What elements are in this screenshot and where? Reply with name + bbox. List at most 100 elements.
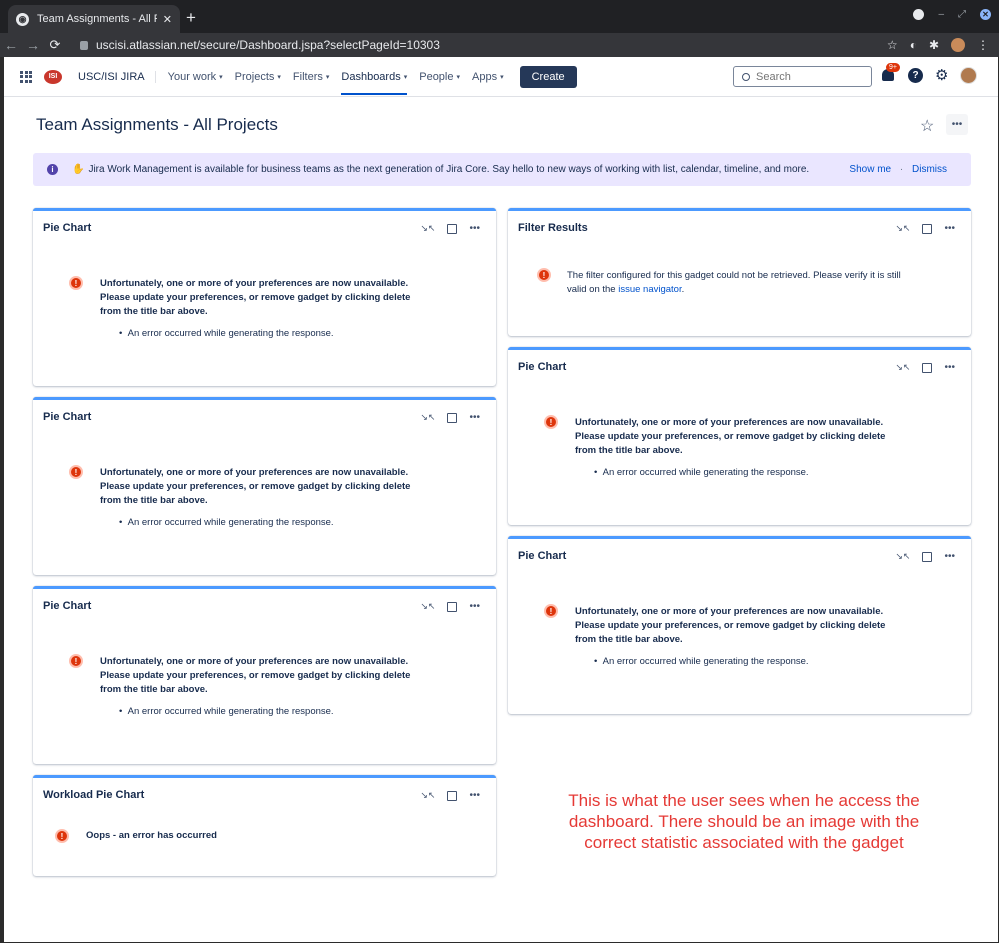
forward-icon[interactable]: → [22, 37, 44, 53]
chevron-down-icon: ▾ [277, 73, 281, 81]
maximize-icon[interactable] [922, 223, 933, 234]
star-icon[interactable]: ☆ [920, 116, 934, 136]
gadget-controls: ↘↖ ••• [895, 551, 955, 562]
gadget-controls: ↘↖ ••• [895, 362, 955, 373]
error-detail-text: An error occurred while generating the r… [602, 656, 809, 667]
profile-avatar[interactable] [951, 38, 965, 52]
error-detail-text: An error occurred while generating the r… [127, 328, 334, 339]
error-detail-text: An error occurred while generating the r… [602, 467, 809, 478]
search-box[interactable] [733, 66, 872, 87]
error-message: Unfortunately, one or more of your prefe… [100, 277, 410, 319]
dismiss-link[interactable]: Dismiss [912, 164, 947, 175]
minimize-icon[interactable]: – [938, 9, 944, 20]
more-icon[interactable]: ••• [944, 551, 955, 562]
new-tab-icon[interactable]: + [186, 9, 196, 26]
more-icon[interactable]: ••• [944, 362, 955, 373]
show-me-link[interactable]: Show me [849, 164, 891, 175]
more-icon[interactable]: ••• [944, 223, 955, 234]
minimize-icon[interactable]: ↘↖ [895, 362, 910, 373]
gadget-title: Pie Chart [43, 600, 92, 612]
error-line: Please update your preferences, or remov… [100, 670, 411, 681]
app-switcher-icon[interactable] [20, 70, 32, 83]
window-controls: – ⤢ ✕ [913, 9, 991, 20]
error-line: from the title bar above. [100, 306, 208, 317]
kebab-menu-icon[interactable]: ⋮ [977, 38, 989, 52]
menu-label: Apps [472, 70, 498, 83]
error-icon: ! [69, 465, 83, 479]
minimize-icon[interactable]: ↘↖ [895, 223, 910, 234]
minimize-icon[interactable]: ↘↖ [895, 551, 910, 562]
error-line: Please update your preferences, or remov… [575, 620, 886, 631]
gadget-title: Pie Chart [43, 222, 92, 234]
error-detail: • An error occurred while generating the… [119, 328, 334, 339]
error-icon: ! [69, 276, 83, 290]
error-detail-text: An error occurred while generating the r… [127, 706, 334, 717]
gear-icon[interactable]: ⚙ [935, 68, 948, 83]
minimize-icon[interactable]: ↘↖ [420, 412, 435, 423]
menu-people[interactable]: People ▾ [413, 57, 466, 97]
more-icon[interactable]: ••• [469, 601, 480, 612]
gadget-controls: ↘↖ ••• [420, 412, 480, 423]
banner-actions: Show me · Dismiss [849, 164, 947, 175]
create-button[interactable]: Create [519, 65, 577, 88]
restore-icon[interactable]: ⤢ [958, 9, 966, 20]
main-menu: Your work ▾ Projects ▾ Filters ▾ Dashboards… [162, 57, 510, 97]
info-icon: i [47, 164, 58, 175]
error-line: Unfortunately, one or more of your prefe… [100, 467, 409, 478]
maximize-icon[interactable] [447, 223, 458, 234]
issue-navigator-link[interactable]: issue navigator [618, 284, 681, 295]
menu-dashboards[interactable]: Dashboards ▾ [335, 57, 413, 97]
error-message: Oops - an error has occurred [86, 830, 217, 841]
error-icon: ! [537, 268, 551, 282]
menu-filters[interactable]: Filters ▾ [287, 57, 335, 97]
help-icon[interactable]: ? [908, 68, 923, 83]
error-message: Unfortunately, one or more of your prefe… [575, 605, 885, 647]
gadget-pie-chart-3: Pie Chart ↘↖ ••• ! Unfortunately, one or… [33, 586, 496, 764]
site-name[interactable]: USC/ISI JIRA [78, 70, 156, 83]
minimize-icon[interactable]: ↘↖ [420, 790, 435, 801]
maximize-icon[interactable] [922, 551, 933, 562]
annotation-line: This is what the user sees when he acces… [568, 791, 920, 810]
chevron-down-icon: ▾ [456, 73, 461, 81]
bookmark-star-icon[interactable]: ☆ [887, 38, 898, 52]
menu-label: Projects [234, 70, 275, 83]
more-icon[interactable]: ••• [469, 790, 480, 801]
notifications-button[interactable]: 9+ [882, 62, 900, 83]
search-input[interactable] [756, 70, 856, 83]
maximize-icon[interactable] [922, 362, 933, 373]
error-line: Unfortunately, one or more of your prefe… [575, 417, 884, 428]
error-line: from the title bar above. [575, 634, 683, 645]
more-icon[interactable]: ••• [469, 412, 480, 423]
more-icon[interactable]: ••• [469, 223, 480, 234]
error-line: Please update your preferences, or remov… [575, 431, 886, 442]
puzzle-icon[interactable]: ✱ [929, 38, 939, 52]
menu-your-work[interactable]: Your work ▾ [162, 57, 229, 97]
minimize-icon[interactable]: ↘↖ [420, 223, 435, 234]
chevron-down-icon: ▾ [500, 73, 504, 81]
site-logo[interactable]: ISI [44, 69, 62, 84]
menu-projects[interactable]: Projects ▾ [229, 57, 287, 97]
maximize-icon[interactable] [447, 412, 458, 423]
error-detail: • An error occurred while generating the… [594, 467, 809, 478]
avatar[interactable] [960, 67, 978, 84]
maximize-icon[interactable] [447, 790, 458, 801]
maximize-icon[interactable] [447, 601, 458, 612]
address-bar[interactable]: uscisi.atlassian.net/secure/Dashboard.js… [72, 35, 887, 55]
tab-title: Team Assignments - All Projects [37, 13, 157, 25]
gadget-workload-pie-chart: Workload Pie Chart ↘↖ ••• ! Oops - an er… [33, 775, 496, 876]
filter-error-end: . [681, 284, 685, 295]
minimize-icon[interactable]: ↘↖ [420, 601, 435, 612]
close-icon[interactable]: ✕ [163, 13, 172, 26]
back-icon[interactable]: ← [0, 37, 22, 53]
url-text[interactable]: uscisi.atlassian.net/secure/Dashboard.js… [96, 38, 440, 52]
more-actions-button[interactable]: ••• [946, 114, 968, 135]
error-icon: ! [69, 654, 83, 668]
extension-icon[interactable]: ◐ [910, 38, 917, 52]
browser-tab[interactable]: ◉ Team Assignments - All Projects ✕ [8, 5, 180, 33]
menu-apps[interactable]: Apps ▾ [466, 57, 510, 97]
window-close-icon[interactable]: ✕ [980, 9, 991, 20]
error-line: Unfortunately, one or more of your prefe… [575, 606, 884, 617]
error-detail: • An error occurred while generating the… [119, 706, 334, 717]
reload-icon[interactable]: ⟳ [44, 37, 66, 53]
toolbar-right: ☆ ◐ ✱ ⋮ [887, 38, 999, 52]
